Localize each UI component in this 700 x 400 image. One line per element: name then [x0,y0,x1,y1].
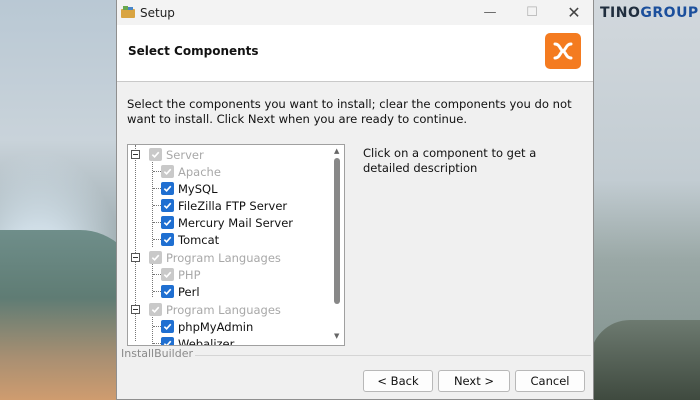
checkbox-perl[interactable] [161,285,174,298]
installbuilder-brand: InstallBuilder [121,347,194,360]
close-button[interactable]: ✕ [553,0,595,25]
setup-app-icon [121,6,135,18]
tree-branch-line [153,274,161,275]
next-button[interactable]: Next > [438,370,510,392]
tree-guide-line [152,314,153,344]
checkbox-program-languages-2[interactable] [149,303,162,316]
checkbox-apache[interactable] [161,165,174,178]
minimize-button[interactable]: — [469,0,511,25]
back-button[interactable]: < Back [363,370,433,392]
tree-branch-line [153,188,161,189]
xampp-icon [553,42,573,60]
checkbox-program-languages[interactable] [149,251,162,264]
checkbox-mysql[interactable] [161,182,174,195]
footer-divider [195,355,591,356]
tree-branch-line [153,343,161,344]
checkbox-php[interactable] [161,268,174,281]
tree-branch-line [153,326,161,327]
title-bar[interactable]: Setup — ☐ ✕ [117,0,593,25]
collapse-icon[interactable] [131,253,140,262]
scroll-up-arrow-icon[interactable]: ▲ [334,147,339,155]
scroll-thumb[interactable] [334,158,340,304]
checkbox-mercury[interactable] [161,216,174,229]
collapse-icon[interactable] [131,305,140,314]
tree-scrollbar[interactable]: ▲ ▼ [331,144,343,344]
collapse-icon[interactable] [131,150,140,159]
instructions-text: Select the components you want to instal… [127,97,572,126]
setup-window: Setup — ☐ ✕ Select Components Select the… [116,0,594,400]
watermark-logo: TINOGROUP [600,5,699,21]
cancel-button[interactable]: Cancel [515,370,585,392]
window-title: Setup [140,6,175,20]
checkbox-server[interactable] [149,148,162,161]
tree-guide-line [152,159,153,247]
page-header: Select Components [117,25,593,82]
tree-branch-line [153,205,161,206]
xampp-logo [545,33,581,69]
component-description: Click on a component to get a detailed d… [363,146,537,175]
checkbox-tomcat[interactable] [161,233,174,246]
tree-branch-line [153,222,161,223]
checkbox-phpmyadmin[interactable] [161,320,174,333]
tree-branch-line [153,239,161,240]
checkbox-webalizer[interactable] [161,337,174,345]
checkbox-filezilla[interactable] [161,199,174,212]
maximize-button[interactable]: ☐ [511,0,553,25]
tree-branch-line [153,171,161,172]
tree-branch-line [153,291,161,292]
page-title: Select Components [128,44,259,58]
components-tree[interactable]: Server Apache MySQL FileZilla FTP Server [127,144,345,346]
scroll-down-arrow-icon[interactable]: ▼ [334,332,339,340]
background-rock [590,320,700,400]
